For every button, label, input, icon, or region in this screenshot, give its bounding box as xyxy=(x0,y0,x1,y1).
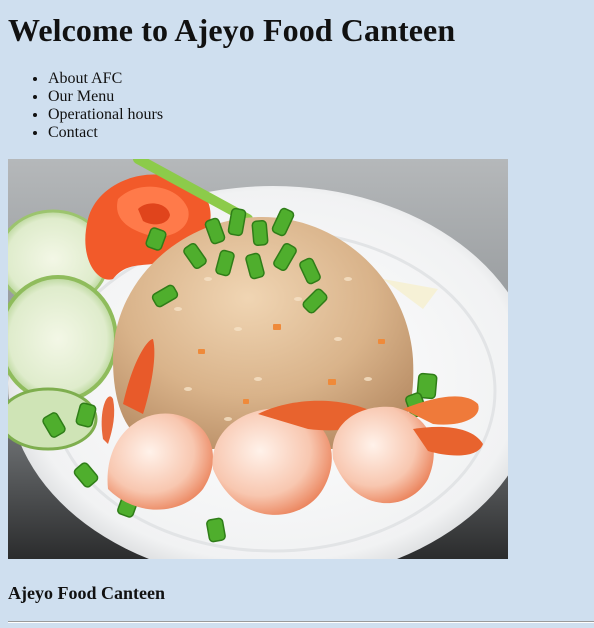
nav-item-operational-hours: Operational hours xyxy=(48,106,163,124)
nav-item-contact: Contact xyxy=(48,124,163,142)
page: Welcome to Ajeyo Food Canteen About AFC … xyxy=(0,0,594,628)
footer-divider xyxy=(8,621,594,623)
footer-heading: Ajeyo Food Canteen xyxy=(8,583,165,603)
nav-item-about-afc: About AFC xyxy=(48,70,163,88)
hero-food-image xyxy=(8,159,508,559)
page-title: Welcome to Ajeyo Food Canteen xyxy=(8,12,456,48)
fried-rice-shrimp-illustration xyxy=(8,159,508,559)
nav-list: About AFC Our Menu Operational hours Con… xyxy=(8,70,163,142)
nav-item-our-menu: Our Menu xyxy=(48,88,163,106)
